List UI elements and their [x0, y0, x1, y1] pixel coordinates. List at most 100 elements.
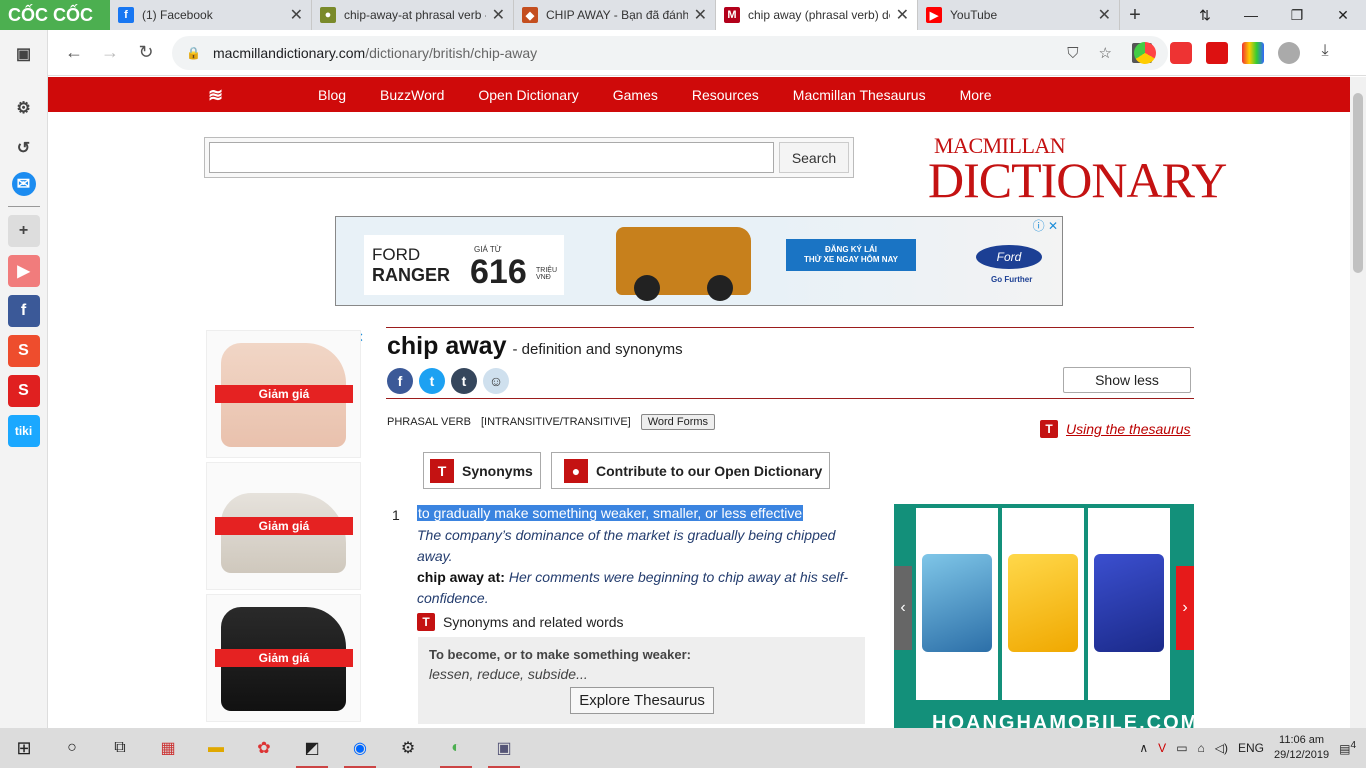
shield-icon[interactable]: ⛉ — [1067, 45, 1078, 62]
app-icon[interactable]: ▣ — [480, 728, 528, 768]
shopee-icon[interactable]: S — [7, 335, 40, 367]
show-less-button[interactable]: Show less — [1063, 367, 1191, 393]
download-icon[interactable]: ⤓ — [1314, 42, 1336, 64]
search-button[interactable]: Search — [779, 142, 849, 173]
using-thesaurus-link[interactable]: T Using the thesaurus — [1040, 420, 1191, 438]
task-view-icon[interactable]: ⧉ — [96, 728, 144, 768]
dictionary-logo[interactable]: MACMILLAN DICTIONARY — [928, 135, 1227, 206]
carousel-prev-icon[interactable]: ‹ — [894, 566, 912, 650]
volume-icon[interactable]: ◁) — [1215, 741, 1228, 755]
app-icon[interactable]: ◩ — [288, 728, 336, 768]
extension-icon[interactable] — [1242, 42, 1264, 64]
notification-icon[interactable]: ▤4 — [1339, 740, 1356, 756]
reddit-share-icon[interactable]: ☺ — [483, 368, 509, 394]
nav-blog[interactable]: Blog — [318, 87, 346, 103]
settings-icon[interactable]: ⚙ — [8, 92, 40, 124]
reload-icon[interactable]: ↻ — [128, 35, 164, 71]
page-scrollbar[interactable] — [1350, 77, 1366, 728]
nav-buzzword[interactable]: BuzzWord — [380, 87, 444, 103]
battery-icon[interactable]: ▭ — [1176, 741, 1187, 755]
new-tab-button[interactable]: + — [1120, 4, 1150, 27]
macmillan-logo-icon[interactable]: ≋ — [208, 85, 234, 105]
site-nav: ≋ Blog BuzzWord Open Dictionary Games Re… — [48, 77, 1350, 112]
synonyms-button[interactable]: T Synonyms — [423, 452, 541, 489]
extension-icon[interactable] — [1206, 42, 1228, 64]
youtube-icon[interactable]: ▶ — [7, 255, 40, 287]
thesaurus-icon: T — [430, 458, 454, 483]
sendo-icon[interactable]: S — [7, 375, 40, 407]
word-forms-button[interactable]: Word Forms — [640, 414, 716, 430]
network-icon[interactable]: ⌂ — [1198, 741, 1205, 755]
sidebar-toggle-icon[interactable]: ▣ — [8, 38, 40, 70]
synonyms-heading[interactable]: T Synonyms and related words — [417, 613, 624, 631]
app-icon[interactable]: ✿ — [240, 728, 288, 768]
close-icon[interactable]: ✕ — [1098, 5, 1111, 25]
scrollbar-thumb[interactable] — [1353, 93, 1363, 273]
tumblr-share-icon[interactable]: t — [451, 368, 477, 394]
close-icon[interactable]: ✕ — [694, 5, 707, 25]
add-icon[interactable]: + — [7, 215, 40, 247]
file-explorer-icon[interactable]: ▬ — [192, 728, 240, 768]
shoe-ad[interactable]: Giảm giá — [206, 594, 361, 722]
test-drive-cta[interactable]: ĐĂNG KÝ LÁI THỬ XE NGAY HÔM NAY — [786, 239, 916, 271]
star-icon[interactable]: ☆ — [1099, 44, 1112, 62]
nav-open-dictionary[interactable]: Open Dictionary — [478, 87, 578, 103]
tab-cambridge[interactable]: ◆ CHIP AWAY - Bạn đã đánh v ✕ — [514, 0, 716, 30]
zalo-icon[interactable]: ◉ — [336, 728, 384, 768]
sense-number: 1 — [392, 507, 400, 523]
product-card[interactable] — [1088, 508, 1170, 700]
url-field[interactable]: 🔒 macmillandictionary.com/dictionary/bri… — [172, 36, 1168, 70]
product-card[interactable] — [1002, 508, 1084, 700]
tab-youtube[interactable]: ▶ YouTube ✕ — [918, 0, 1120, 30]
close-icon[interactable]: ✕ — [896, 5, 909, 25]
tab-facebook[interactable]: f (1) Facebook ✕ — [110, 0, 312, 30]
messenger-icon[interactable]: ✉ — [11, 172, 36, 196]
antivirus-icon[interactable]: V — [1158, 741, 1166, 755]
close-icon[interactable]: ✕ — [290, 5, 303, 25]
forward-icon[interactable]: → — [92, 35, 128, 71]
ford-banner-ad[interactable]: FORD RANGER GIÁ TỪ 616 TRIỆU VNĐ ĐĂNG KÝ… — [335, 216, 1063, 306]
back-icon[interactable]: ← — [56, 35, 92, 71]
chevron-up-icon[interactable]: ∧ — [1139, 741, 1148, 755]
window-close-button[interactable]: ✕ — [1320, 0, 1366, 30]
history-icon[interactable]: ↺ — [8, 132, 40, 164]
product-card[interactable] — [916, 508, 998, 700]
clock[interactable]: 11:06 am 29/12/2019 — [1274, 733, 1329, 763]
extension-icon[interactable] — [1134, 42, 1156, 64]
phone-ad[interactable]: ‹ › HOANGHAMOBILE.COM — [894, 504, 1194, 728]
shoe-ad[interactable]: Giảm giá — [206, 462, 361, 590]
search-icon[interactable]: ○ — [48, 728, 96, 768]
settings-icon[interactable]: ⚙ — [384, 728, 432, 768]
search-input[interactable] — [209, 142, 774, 173]
twitter-share-icon[interactable]: t — [419, 368, 445, 394]
shoe-ad[interactable]: Giảm giá — [206, 330, 361, 458]
adchoices-icon[interactable]: ⓘ ✕ — [1033, 217, 1058, 234]
tiki-icon[interactable]: tiki — [7, 415, 40, 447]
system-tray: ∧ V ▭ ⌂ ◁) ENG 11:06 am 29/12/2019 ▤4 — [1139, 728, 1366, 768]
nav-thesaurus[interactable]: Macmillan Thesaurus — [793, 87, 926, 103]
facebook-icon[interactable]: f — [7, 295, 40, 327]
left-ad-column[interactable]: ⓘ ✕ Giảm giá Giảm giá Giảm giá — [206, 330, 364, 726]
app-icon[interactable]: ▦ — [144, 728, 192, 768]
carousel-next-icon[interactable]: › — [1176, 566, 1194, 650]
extensions: ⤓ — [1134, 42, 1336, 64]
explore-thesaurus-button[interactable]: Explore Thesaurus — [570, 687, 714, 714]
minimize-button[interactable]: — — [1228, 0, 1274, 30]
nav-resources[interactable]: Resources — [692, 87, 759, 103]
nav-games[interactable]: Games — [613, 87, 658, 103]
facebook-share-icon[interactable]: f — [387, 368, 413, 394]
tab-chip-away-at[interactable]: ● chip-away-at phrasal verb - ✕ — [312, 0, 514, 30]
nav-more[interactable]: More — [960, 87, 992, 103]
language-indicator[interactable]: ENG — [1238, 741, 1264, 755]
coccoc-icon[interactable]: ◐ — [432, 728, 480, 768]
tab-search-icon[interactable]: ⇅ — [1182, 0, 1228, 30]
coccoc-logo[interactable]: CỐC CỐC — [0, 0, 110, 30]
tab-macmillan[interactable]: Mchip away (phrasal verb) de ✕ — [716, 0, 918, 30]
windows-start-icon[interactable]: ⊞ — [0, 728, 48, 768]
close-icon[interactable]: ✕ — [492, 5, 505, 25]
restore-button[interactable]: ❐ — [1274, 0, 1320, 30]
contribute-button[interactable]: ● Contribute to our Open Dictionary — [551, 452, 830, 489]
ad-brand: HOANGHAMOBILE.COM — [932, 712, 1194, 728]
avatar[interactable] — [1278, 42, 1300, 64]
adblock-icon[interactable] — [1170, 42, 1192, 64]
